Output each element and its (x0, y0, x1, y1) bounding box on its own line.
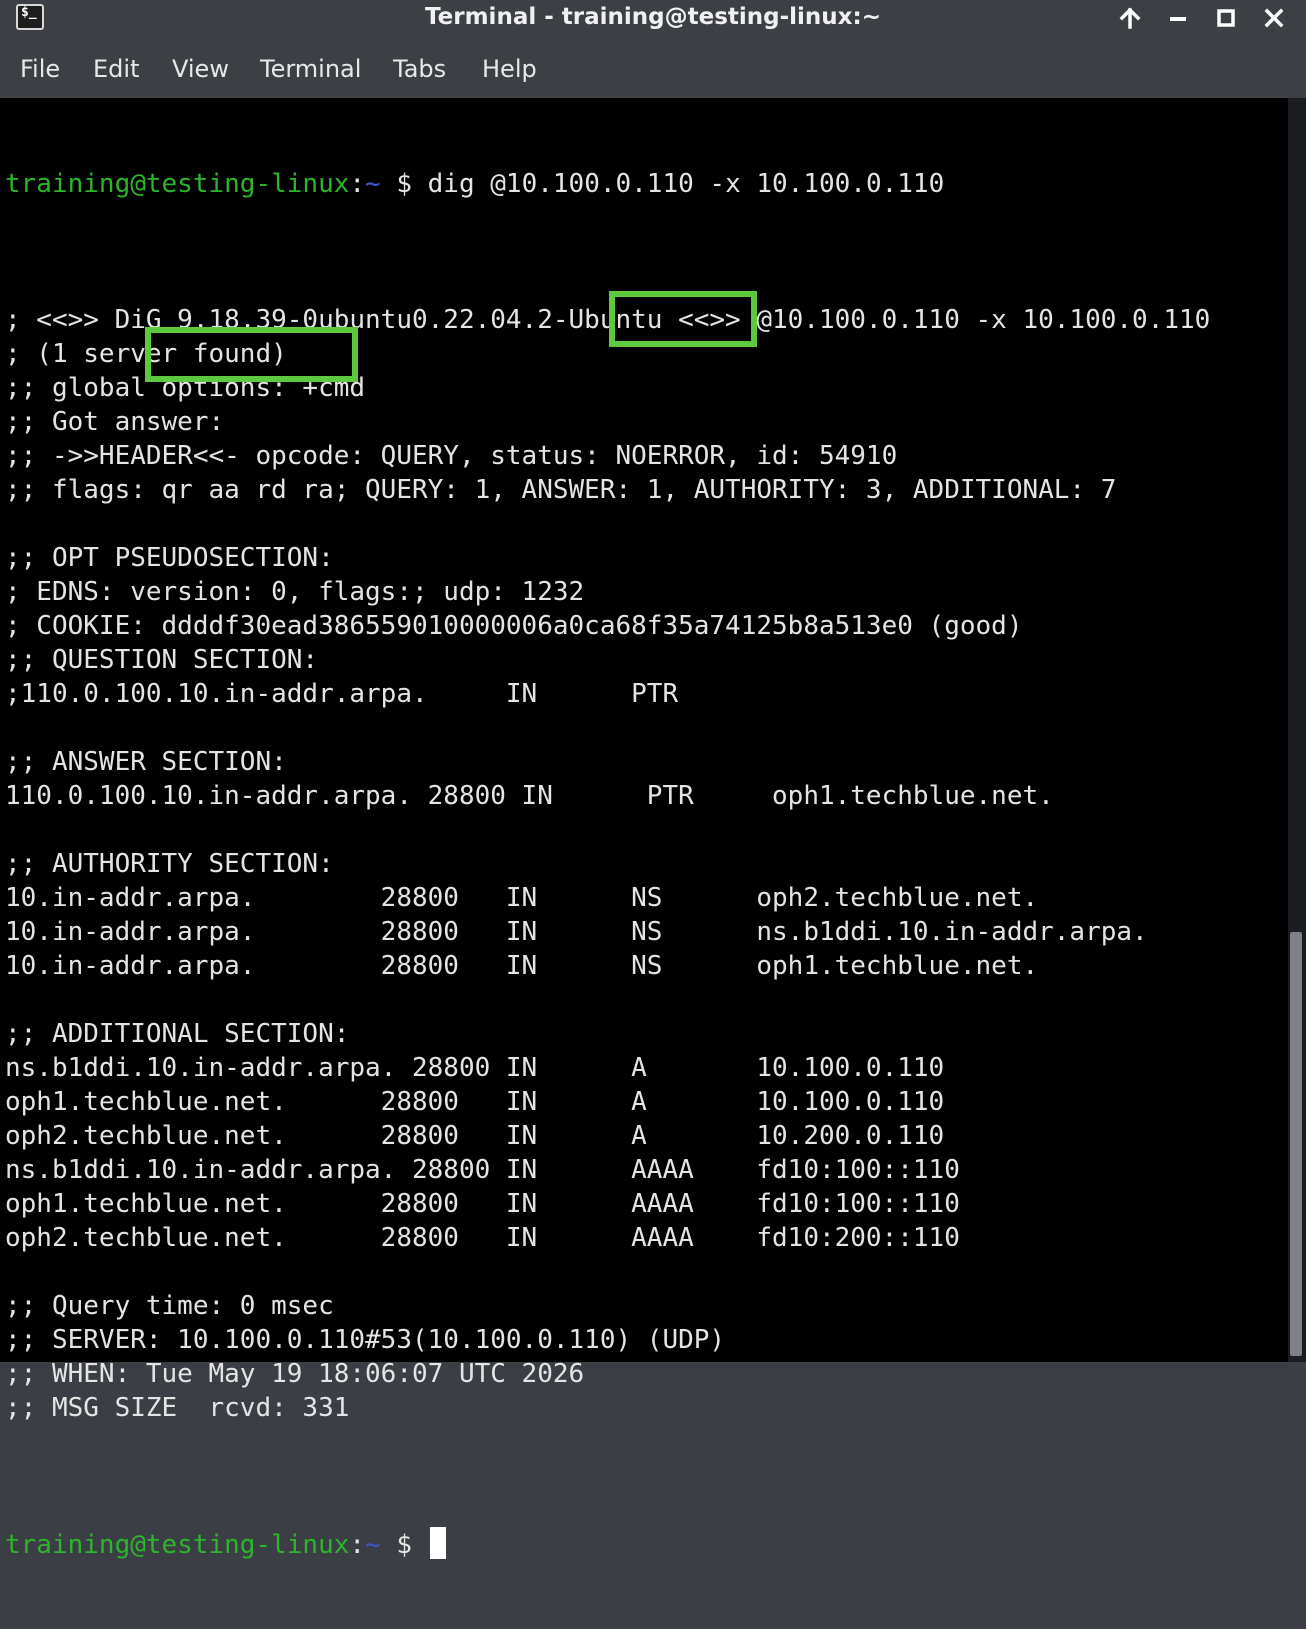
prompt-user-host: training@testing-linux (5, 1530, 350, 1560)
prompt-user-host: training@testing-linux (5, 169, 350, 199)
output-line: ; EDNS: version: 0, flags:; udp: 1232 (5, 577, 585, 607)
output-line: ; COOKIE: ddddf30ead386559010000006a0ca6… (5, 611, 1023, 641)
title-bar[interactable]: $_ Terminal - training@testing-linux:~ (0, 0, 1306, 38)
prompt-path: ~ (365, 1530, 381, 1560)
output-line: oph2.techblue.net. 28800 IN AAAA fd10:20… (5, 1223, 960, 1253)
output-line: oph1.techblue.net. 28800 IN A 10.100.0.1… (5, 1087, 945, 1117)
output-line: oph2.techblue.net. 28800 IN A 10.200.0.1… (5, 1121, 945, 1151)
maximize-icon (1217, 9, 1235, 27)
output-line: ;; Got answer: (5, 407, 225, 437)
output-line: ;; ANSWER SECTION: (5, 747, 287, 777)
output-line: ;; SERVER: 10.100.0.110#53(10.100.0.110)… (5, 1325, 726, 1355)
menu-file[interactable]: File (20, 55, 60, 83)
prompt-separator: : (349, 1530, 366, 1560)
output-line: ;; ->>HEADER<<- opcode: QUERY, status: N… (5, 441, 898, 471)
output-line: ;; QUESTION SECTION: (5, 645, 319, 675)
menu-view[interactable]: View (172, 55, 229, 83)
output-line: ;; Query time: 0 msec (5, 1291, 334, 1321)
output-line: ;110.0.100.10.in-addr.arpa. IN PTR (5, 679, 679, 709)
menu-bar: File Edit View Terminal Tabs Help (0, 50, 1306, 94)
output-line: 10.in-addr.arpa. 28800 IN NS oph1.techbl… (5, 951, 1039, 981)
output-line: ;; WHEN: Tue May 19 18:06:07 UTC 2026 (5, 1359, 585, 1389)
minimize-icon (1170, 17, 1186, 21)
scrollbar-thumb[interactable] (1290, 932, 1302, 1356)
active-prompt-line: training@testing-linux:~ $ (5, 1527, 1210, 1561)
prompt-path: ~ (365, 169, 381, 199)
minimize-button[interactable] (1163, 5, 1193, 31)
output-line: ns.b1ddi.10.in-addr.arpa. 28800 IN AAAA … (5, 1155, 960, 1185)
output-line: ;; ADDITIONAL SECTION: (5, 1019, 350, 1049)
terminal-window: $_ Terminal - training@testing-linux:~ F… (0, 0, 1306, 1560)
prompt-symbol: $ (380, 1530, 428, 1560)
output-line: 10.in-addr.arpa. 28800 IN NS oph2.techbl… (5, 883, 1039, 913)
prompt-separator: : (349, 169, 366, 199)
prompt-symbol: $ (380, 169, 428, 199)
close-icon (1264, 8, 1284, 28)
output-line: 110.0.100.10.in-addr.arpa. 28800 IN PTR … (5, 781, 1054, 811)
menu-terminal[interactable]: Terminal (260, 55, 361, 83)
command-line: training@testing-linux:~ $ dig @10.100.0… (5, 167, 1210, 201)
output-line: ;; MSG SIZE rcvd: 331 (5, 1393, 350, 1423)
window-title: Terminal - training@testing-linux:~ (425, 4, 881, 30)
keep-above-button[interactable] (1115, 5, 1145, 31)
menu-edit[interactable]: Edit (93, 55, 139, 83)
maximize-button[interactable] (1211, 5, 1241, 31)
output-line: ;; AUTHORITY SECTION: (5, 849, 334, 879)
menu-help[interactable]: Help (482, 55, 537, 83)
keep-above-icon (1119, 7, 1141, 29)
text-cursor (429, 1527, 446, 1559)
output-line: ;; OPT PSEUDOSECTION: (5, 543, 334, 573)
flags-highlight-box (145, 327, 358, 382)
menu-tabs[interactable]: Tabs (393, 55, 446, 83)
output-line: ns.b1ddi.10.in-addr.arpa. 28800 IN A 10.… (5, 1053, 945, 1083)
command-text: dig @10.100.0.110 -x 10.100.0.110 (427, 169, 945, 199)
output-line: 10.in-addr.arpa. 28800 IN NS ns.b1ddi.10… (5, 917, 1148, 947)
output-line: ;; flags: qr aa rd ra; QUERY: 1, ANSWER:… (5, 475, 1117, 505)
close-button[interactable] (1259, 5, 1289, 31)
noerror-highlight-box (609, 291, 757, 347)
output-line: oph1.techblue.net. 28800 IN AAAA fd10:10… (5, 1189, 960, 1219)
